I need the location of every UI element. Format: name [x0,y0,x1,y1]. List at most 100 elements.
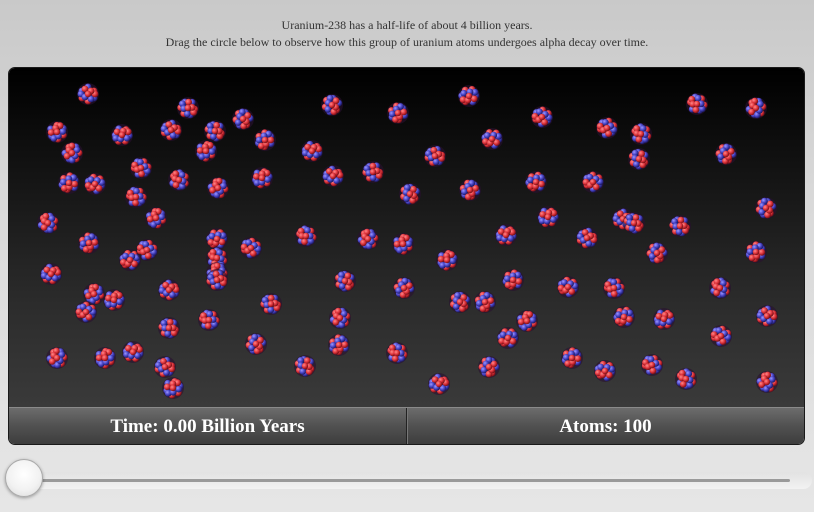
uranium-atom [260,293,282,315]
uranium-atom [386,342,408,364]
uranium-atom [254,129,276,151]
uranium-atom [459,179,481,201]
uranium-atom [130,157,152,179]
uranium-atom [240,237,262,259]
uranium-atom [245,333,267,355]
uranium-atom [669,215,691,237]
uranium-atom [537,206,559,228]
uranium-atom [497,327,519,349]
uranium-atom [495,224,517,246]
uranium-atom [232,108,254,130]
uranium-atom [61,142,83,164]
uranium-atom [329,307,351,329]
uranium-atom [204,120,226,142]
uranium-atom [686,93,708,115]
uranium-atom [122,341,144,363]
uranium-atom [46,347,68,369]
uranium-atom [198,309,220,331]
uranium-atom [582,171,604,193]
uranium-atom [294,355,316,377]
uranium-atom [449,291,471,313]
uranium-atom [168,169,190,191]
atoms-canvas [37,83,778,399]
time-slider-thumb[interactable] [5,459,43,497]
uranium-atom [756,371,778,393]
uranium-atom [158,317,180,339]
uranium-atom [195,140,217,162]
uranium-atom [322,165,344,187]
uranium-atom [328,334,350,356]
uranium-atom [458,85,480,107]
time-readout: Time: 0.00 Billion Years [110,416,305,437]
uranium-atom [641,354,663,376]
uranium-atom [37,212,59,234]
uranium-atom [399,183,421,205]
uranium-atom [392,233,414,255]
simulation-panel: Time: 0.00 Billion Years Atoms: 100 [8,67,805,445]
uranium-atom [301,140,323,162]
atom-field [9,68,804,407]
uranium-atom [525,171,547,193]
uranium-atom [745,241,767,263]
time-slider-track[interactable] [6,472,812,489]
uranium-atom [481,128,503,150]
uranium-atom [561,347,583,369]
uranium-atom [136,239,158,261]
uranium-atom [40,263,62,285]
uranium-atom [478,356,500,378]
uranium-atom [295,225,317,247]
info-bar: Time: 0.00 Billion Years Atoms: 100 [9,407,804,444]
uranium-atom [715,143,737,165]
uranium-atom [436,249,458,271]
uranium-atom [387,102,409,124]
uranium-atom [158,279,180,301]
uranium-atom [675,368,697,390]
uranium-atom [596,117,618,139]
uranium-atom [623,212,645,234]
uranium-atom [321,94,343,116]
uranium-atom [653,308,675,330]
uranium-atom [630,123,652,145]
uranium-atom [206,269,228,291]
instructions: Uranium-238 has a half-life of about 4 b… [0,17,814,51]
uranium-atom [357,228,379,250]
uranium-atom [75,301,97,323]
uranium-atom [424,145,446,167]
atoms-readout: Atoms: 100 [406,408,804,444]
uranium-atom [251,167,273,189]
uranium-atom [531,106,553,128]
uranium-atom [428,373,450,395]
time-slider-line [20,479,790,482]
uranium-atom [557,276,579,298]
uranium-atom [710,325,732,347]
uranium-atom [94,347,116,369]
uranium-atom [745,97,767,119]
instructions-line-1: Uranium-238 has a half-life of about 4 b… [281,18,533,32]
uranium-atom [502,269,524,291]
uranium-atom [58,172,80,194]
uranium-atom [755,197,777,219]
uranium-atom [474,291,496,313]
uranium-atom [594,360,616,382]
uranium-atom [362,161,384,183]
uranium-atom [628,148,650,170]
uranium-atom [756,305,778,327]
uranium-atom [603,277,625,299]
instructions-line-2: Drag the circle below to observe how thi… [165,35,649,49]
uranium-atom [613,306,635,328]
uranium-atom [516,310,538,332]
uranium-atom [78,232,100,254]
uranium-atom [125,186,147,208]
uranium-atom [576,227,598,249]
uranium-atom [709,277,731,299]
uranium-atom [177,97,199,119]
uranium-atom [393,277,415,299]
uranium-atom [145,207,167,229]
uranium-atom [154,356,176,378]
uranium-atom [77,83,99,105]
uranium-atom [207,177,229,199]
uranium-atom [160,119,182,141]
uranium-atom [334,270,356,292]
uranium-atom [84,173,106,195]
uranium-atom [103,289,125,311]
